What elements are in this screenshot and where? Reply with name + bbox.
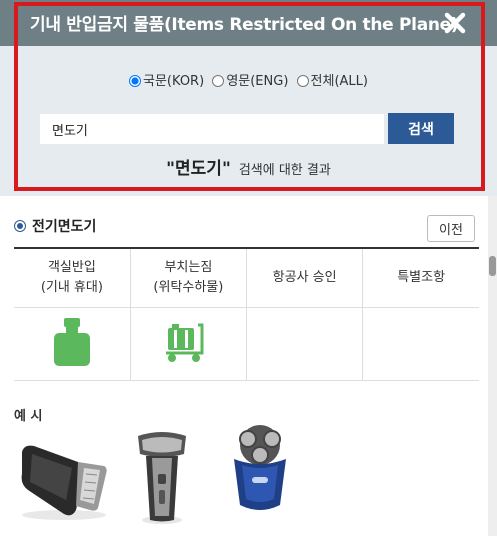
lang-radio-all[interactable] [296,75,309,87]
header-cabin-line2: (기내 휴대) [40,280,103,295]
electric-shaver-image-1 [21,445,107,520]
language-selector: 국문(KOR) 영문(ENG) 전체(ALL) [0,70,497,89]
search-result-term: "면도기" [166,159,231,179]
header-special-provisions: 특별조항 [362,248,479,308]
header-airline-approval-label: 항공사 승인 [272,270,337,285]
search-input[interactable] [40,114,384,144]
scrollbar-thumb[interactable] [489,256,496,276]
lang-label-eng: 영문(ENG) [226,74,289,89]
lang-label-all: 전체(ALL) [310,74,368,89]
category-bullet-icon [14,220,26,232]
examples-title: 예 시 [14,409,43,424]
category-heading: 전기면도기 [14,216,96,236]
lang-radio-eng[interactable] [212,75,225,87]
search-result-caption: "면도기" 검색에 대한 결과 [0,154,497,179]
modal-header: 기내 반입금지 물품(Items Restricted On the Plane… [0,0,497,46]
cell-checked [130,307,248,381]
category-name: 전기면도기 [32,219,97,235]
close-icon[interactable] [440,8,470,38]
header-checked-line2: (위탁수하물) [153,280,224,295]
modal-title: 기내 반입금지 물품(Items Restricted On the Plane… [30,15,459,35]
cell-special-provisions [362,307,479,381]
header-checked-line1: 부치는짐 [164,260,213,275]
prev-button[interactable]: 이전 [427,215,475,242]
lang-option-eng[interactable]: 영문(ENG) [212,74,288,89]
search-button[interactable]: 검색 [388,113,454,144]
table-header-row: 객실반입 (기내 휴대) 부치는짐 (위탁수하물) 항공사 승인 특별조항 [14,248,479,308]
header-special-label: 특별조항 [397,270,446,285]
lang-label-kor: 국문(KOR) [143,74,205,89]
header-cabin: 객실반입 (기내 휴대) [14,248,131,308]
search-result-suffix: 검색에 대한 결과 [238,163,331,178]
header-checked: 부치는짐 (위탁수하물) [130,248,248,308]
lang-radio-kor[interactable] [129,75,142,87]
cell-cabin [14,307,131,381]
table-row [14,307,479,381]
lang-option-kor[interactable]: 국문(KOR) [129,74,204,89]
cell-airline-approval [246,307,364,381]
lang-option-all[interactable]: 전체(ALL) [296,74,368,89]
content-scrollbar[interactable] [488,196,497,536]
header-cabin-line1: 객실반입 [47,260,96,275]
electric-shaver-image-3 [234,425,286,510]
restriction-table: 객실반입 (기내 휴대) 부치는짐 (위탁수하물) 항공사 승인 특별조항 [14,247,479,381]
header-airline-approval: 항공사 승인 [246,248,364,308]
carry-on-bag-icon [53,318,90,366]
electric-shaver-image-2 [138,432,186,524]
luggage-cart-icon [166,323,204,362]
